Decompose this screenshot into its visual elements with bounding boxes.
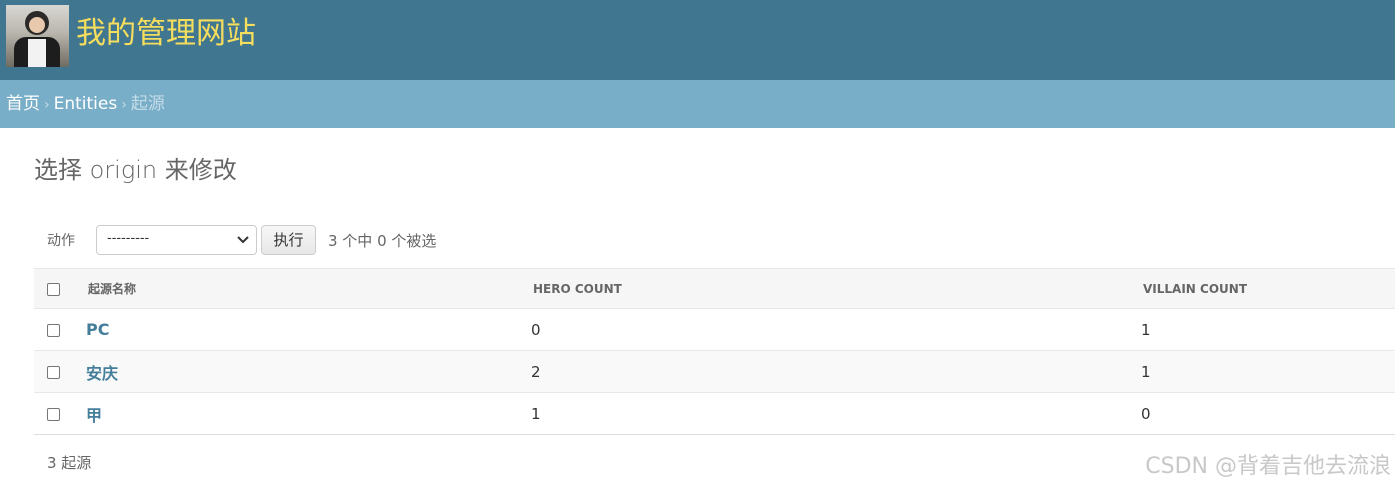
hero-count-cell: 0 [531, 308, 1141, 351]
select-all-cell [34, 268, 86, 309]
column-header-name[interactable]: 起源名称 [86, 268, 531, 309]
table-header-row: 起源名称 HERO COUNT VILLAIN COUNT [34, 268, 1395, 309]
breadcrumb-app-link[interactable]: Entities [54, 94, 118, 114]
breadcrumb-separator: › [121, 97, 127, 113]
origin-name-cell: PC [86, 308, 531, 351]
breadcrumb: 首页 › Entities › 起源 [0, 80, 1395, 128]
watermark: CSDN @背着吉他去流浪 [1145, 454, 1391, 479]
hero-count-cell: 1 [531, 392, 1141, 435]
paginator: 3 起源 [47, 454, 92, 472]
origin-link[interactable]: 安庆 [86, 364, 118, 383]
row-checkbox[interactable] [47, 407, 60, 421]
origin-link[interactable]: PC [86, 320, 109, 339]
table-row: 安庆 2 1 [34, 350, 1395, 393]
page-title: 选择 origin 来修改 [34, 156, 237, 184]
go-button[interactable]: 执行 [261, 225, 316, 255]
action-select-value: --------- [107, 231, 150, 246]
row-checkbox[interactable] [47, 323, 60, 337]
action-select[interactable]: --------- [96, 225, 257, 255]
villain-count-cell: 0 [1141, 392, 1395, 435]
results-table: 起源名称 HERO COUNT VILLAIN COUNT PC 0 1 安庆 … [34, 268, 1395, 435]
column-header-hero-count: HERO COUNT [531, 268, 1141, 309]
site-header: 我的管理网站 [0, 0, 1395, 80]
row-check-cell [34, 308, 86, 351]
site-title[interactable]: 我的管理网站 [76, 14, 256, 54]
avatar [6, 5, 69, 67]
table-row: 甲 1 0 [34, 392, 1395, 435]
selection-counter: 3 个中 0 个被选 [328, 232, 437, 250]
row-check-cell [34, 350, 86, 393]
actions-bar: 动作 --------- 执行 3 个中 0 个被选 [34, 222, 1395, 258]
hero-count-cell: 2 [531, 350, 1141, 393]
select-all-checkbox[interactable] [47, 282, 60, 296]
breadcrumb-separator: › [44, 97, 50, 113]
breadcrumb-current: 起源 [130, 94, 165, 114]
chevron-down-icon [237, 230, 249, 254]
breadcrumb-home-link[interactable]: 首页 [6, 94, 40, 114]
row-checkbox[interactable] [47, 365, 60, 379]
table-row: PC 0 1 [34, 308, 1395, 351]
origin-link[interactable]: 甲 [86, 406, 102, 425]
row-check-cell [34, 392, 86, 435]
villain-count-cell: 1 [1141, 308, 1395, 351]
origin-name-cell: 甲 [86, 392, 531, 435]
action-label: 动作 [47, 233, 75, 249]
column-header-villain-count: VILLAIN COUNT [1141, 268, 1395, 309]
villain-count-cell: 1 [1141, 350, 1395, 393]
origin-name-cell: 安庆 [86, 350, 531, 393]
